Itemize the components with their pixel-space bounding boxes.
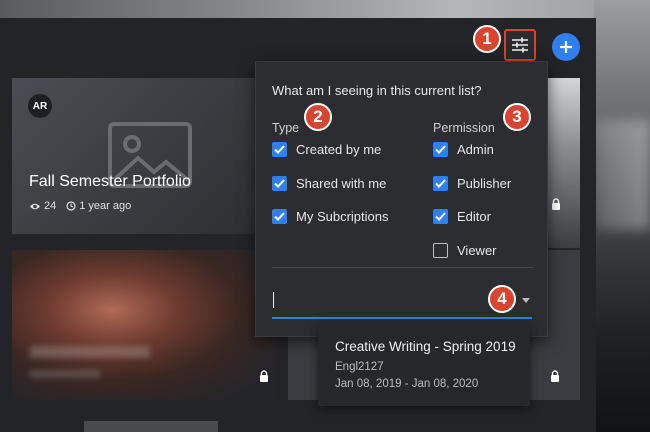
type-option-created-by-me[interactable]: Created by me [272,142,381,157]
sliders-icon [512,37,528,53]
add-button[interactable] [552,33,580,61]
lock-icon [552,198,560,210]
option-label: Publisher [457,176,512,191]
type-option-shared-with-me[interactable]: Shared with me [272,176,386,191]
blurred-meta [30,370,100,378]
eye-icon [30,203,40,209]
option-label: Created by me [296,142,382,157]
background-right [594,0,650,432]
option-label: My Subcriptions [296,209,389,224]
card-meta: 24 1 year ago [29,200,131,212]
bottom-tab[interactable] [84,421,218,432]
filter-panel-heading: What am I seeing in this current list? [272,83,482,98]
course-code: Engl2127 [335,361,384,373]
checkbox-checked-icon[interactable] [433,209,448,224]
course-dates: Jan 08, 2019 - Jan 08, 2020 [335,378,479,390]
option-label: Viewer [457,243,497,258]
checkbox-checked-icon[interactable] [433,142,448,157]
callout-badge-1: 1 [473,25,501,53]
checkbox-unchecked-icon[interactable] [433,243,448,258]
checkbox-checked-icon[interactable] [272,209,287,224]
checkbox-checked-icon[interactable] [433,176,448,191]
type-option-my-subscriptions[interactable]: My Subcriptions [272,209,388,224]
blurred-card[interactable] [12,250,276,400]
text-caret [273,292,274,308]
callout-badge-2: 2 [304,103,332,131]
chevron-down-icon[interactable] [522,298,530,303]
divider [272,267,534,268]
view-count: 24 [44,200,57,212]
course-popover[interactable]: Creative Writing - Spring 2019 Engl2127 … [318,322,530,406]
permission-option-admin[interactable]: Admin [433,142,494,157]
option-label: Shared with me [296,176,387,191]
card-time: 1 year ago [79,200,132,212]
lock-icon [260,370,268,382]
checkbox-checked-icon[interactable] [272,142,287,157]
checkbox-checked-icon[interactable] [272,176,287,191]
lock-icon [551,370,559,382]
filter-button[interactable] [504,29,536,61]
clock-icon [66,201,76,211]
option-label: Admin [457,142,494,157]
option-label: Editor [457,209,491,224]
permission-option-editor[interactable]: Editor [433,209,491,224]
avatar: AR [28,94,52,118]
card-title: Fall Semester Portfolio [29,173,191,190]
callout-badge-4: 4 [488,285,516,313]
permission-label: Permission [433,121,495,135]
permission-option-publisher[interactable]: Publisher [433,176,511,191]
background-top [0,0,650,18]
course-title: Creative Writing - Spring 2019 [335,339,516,354]
plus-icon [560,41,572,53]
permission-option-viewer[interactable]: Viewer [433,243,497,258]
callout-badge-3: 3 [503,103,531,131]
type-label: Type [272,121,300,135]
blurred-title [30,346,150,358]
